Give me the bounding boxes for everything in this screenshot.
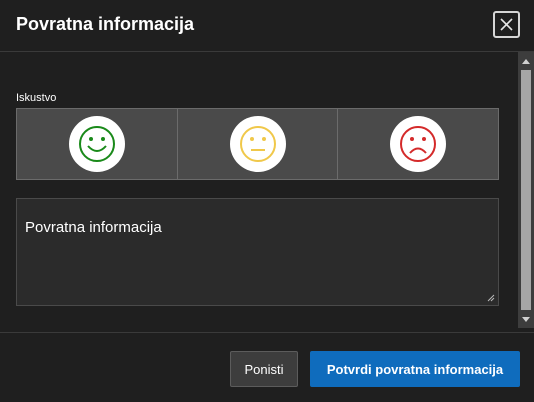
dialog-body: Iskustvo Povratna informacija: [0, 52, 534, 332]
feedback-dialog: Povratna informacija Iskustvo Povratna i…: [0, 0, 534, 402]
experience-rating-group: [16, 108, 499, 180]
sad-face-icon: [390, 116, 447, 172]
scroll-up-button[interactable]: [518, 54, 534, 68]
close-button[interactable]: [493, 11, 520, 38]
dialog-header: Povratna informacija: [0, 0, 534, 52]
resize-handle-icon[interactable]: [487, 294, 495, 302]
vertical-scrollbar[interactable]: [518, 52, 534, 328]
feedback-textarea[interactable]: Povratna informacija: [16, 198, 499, 306]
experience-label: Iskustvo: [16, 92, 57, 104]
chevron-up-icon: [522, 58, 530, 64]
chevron-down-icon: [522, 316, 530, 322]
scroll-thumb[interactable]: [521, 70, 531, 310]
submit-feedback-button[interactable]: Potvrdi povratna informacija: [310, 351, 520, 387]
rating-option-sad[interactable]: [338, 109, 498, 179]
rating-option-neutral[interactable]: [178, 109, 339, 179]
cancel-button[interactable]: Ponisti: [230, 351, 298, 387]
scroll-down-button[interactable]: [518, 312, 534, 326]
dialog-title: Povratna informacija: [16, 14, 195, 34]
rating-option-happy[interactable]: [17, 109, 178, 179]
happy-face-icon: [68, 116, 125, 172]
dialog-footer: Ponisti Potvrdi povratna informacija: [0, 332, 534, 402]
feedback-text-value: Povratna informacija: [25, 219, 162, 236]
neutral-face-icon: [229, 116, 286, 172]
close-icon: [500, 18, 513, 31]
